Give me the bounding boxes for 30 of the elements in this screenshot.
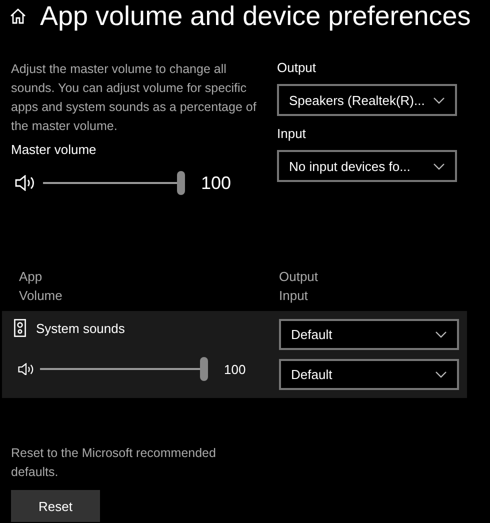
reset-description: Reset to the Microsoft recommended defaults.: [11, 445, 217, 481]
app-name: System sounds: [36, 320, 125, 336]
column-header: Output: [279, 268, 320, 286]
chevron-down-icon: [433, 162, 445, 170]
reset-button[interactable]: Reset: [11, 490, 100, 522]
device-dropdown[interactable]: Speakers (Realtek(R)...: [277, 84, 457, 116]
chevron-down-icon: [435, 331, 447, 338]
input-dropdown[interactable]: Default: [279, 359, 459, 390]
speaker-icon: [18, 362, 34, 376]
device-label: Input: [277, 126, 307, 141]
volume-slider[interactable]: [43, 171, 185, 195]
volume-value: 100: [201, 172, 232, 194]
volume-slider[interactable]: [40, 357, 208, 381]
device-label: Output: [277, 60, 318, 75]
chevron-down-icon: [435, 371, 447, 378]
home-icon[interactable]: [10, 8, 26, 24]
device-dropdown[interactable]: No input devices fo...: [277, 150, 457, 182]
column-header: App: [19, 268, 44, 286]
master-volume-label: Master volume: [11, 142, 98, 157]
slider-thumb[interactable]: [200, 357, 208, 381]
volume-value: 100: [224, 362, 246, 376]
chevron-down-icon: [433, 96, 445, 104]
column-header: Volume: [19, 287, 64, 305]
speaker-box-icon: [14, 319, 26, 337]
slider-thumb[interactable]: [177, 171, 185, 195]
speaker-icon: [15, 175, 35, 191]
page-title: App volume and device preferences: [40, 0, 471, 32]
column-header: Input: [279, 287, 309, 305]
output-dropdown[interactable]: Default: [279, 319, 459, 350]
description-text: Adjust the master volume to change all sounds. You can adjust volume for specific apps and system sounds as a percentage of the master volume.: [11, 61, 258, 135]
